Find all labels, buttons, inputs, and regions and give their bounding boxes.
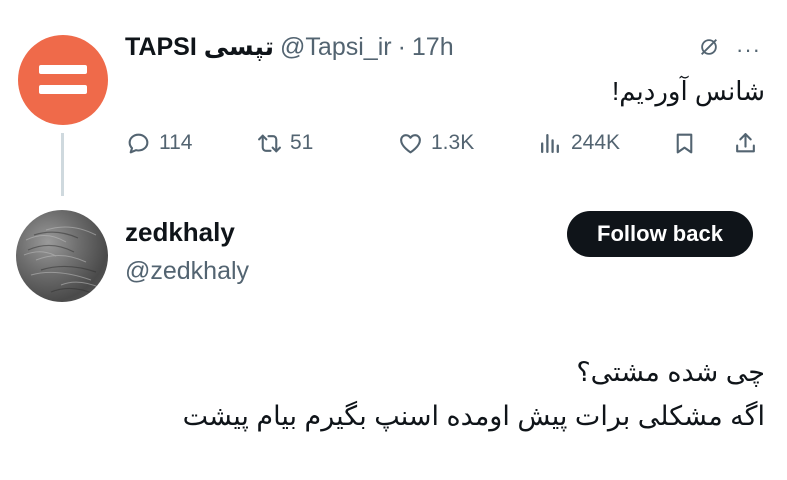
- reply-button[interactable]: 114: [126, 131, 192, 156]
- heart-icon: [400, 133, 421, 153]
- retweet-count: 51: [290, 131, 314, 154]
- profile-name[interactable]: zedkhaly: [125, 217, 235, 248]
- share-icon: [736, 132, 755, 152]
- follow-back-button[interactable]: Follow back: [567, 211, 753, 257]
- reply-icon: [128, 133, 149, 153]
- like-button[interactable]: 1.3K: [398, 131, 474, 156]
- tapsi-avatar[interactable]: [18, 35, 108, 125]
- tweet-actions: 114 51 1.3K 244K: [126, 125, 766, 161]
- fur-texture: [23, 226, 102, 295]
- tweet-top-actions: ···: [698, 36, 761, 63]
- views-icon: [541, 133, 559, 153]
- profile-handle[interactable]: @zedkhaly: [125, 257, 249, 286]
- tweet-header: TAPSI تپسی @Tapsi_ir · 17h: [125, 30, 454, 64]
- retweet-icon: [258, 134, 281, 152]
- thread-line: [61, 133, 64, 196]
- zedkhaly-avatar[interactable]: [16, 210, 108, 302]
- reply-count: 114: [159, 131, 193, 154]
- author-name[interactable]: TAPSI تپسی: [125, 32, 274, 62]
- tweet-text: شانس آوردیم!: [612, 76, 765, 106]
- logo-bar-bottom: [39, 85, 87, 94]
- logo-bar-top: [39, 65, 87, 74]
- like-count: 1.3K: [431, 131, 475, 154]
- profile-bio: چی شده مشتی؟ اگه مشکلی برات پیش اومده اس…: [65, 350, 765, 438]
- views-count: 244K: [571, 131, 621, 154]
- retweet-button[interactable]: 51: [257, 131, 313, 156]
- author-handle[interactable]: @Tapsi_ir: [280, 33, 392, 62]
- bookmark-icon: [676, 133, 693, 153]
- bio-line-1: چی شده مشتی؟: [576, 357, 765, 387]
- share-button[interactable]: [733, 131, 758, 156]
- more-icon[interactable]: ···: [736, 38, 761, 61]
- grok-icon[interactable]: [698, 36, 720, 63]
- views-button[interactable]: 244K: [538, 131, 620, 156]
- bio-line-2: اگه مشکلی برات پیش اومده اسنپ بگیرم بیام…: [182, 401, 765, 431]
- bookmark-button[interactable]: [672, 131, 697, 156]
- separator: ·: [397, 32, 406, 61]
- tweet-time[interactable]: 17h: [412, 33, 454, 62]
